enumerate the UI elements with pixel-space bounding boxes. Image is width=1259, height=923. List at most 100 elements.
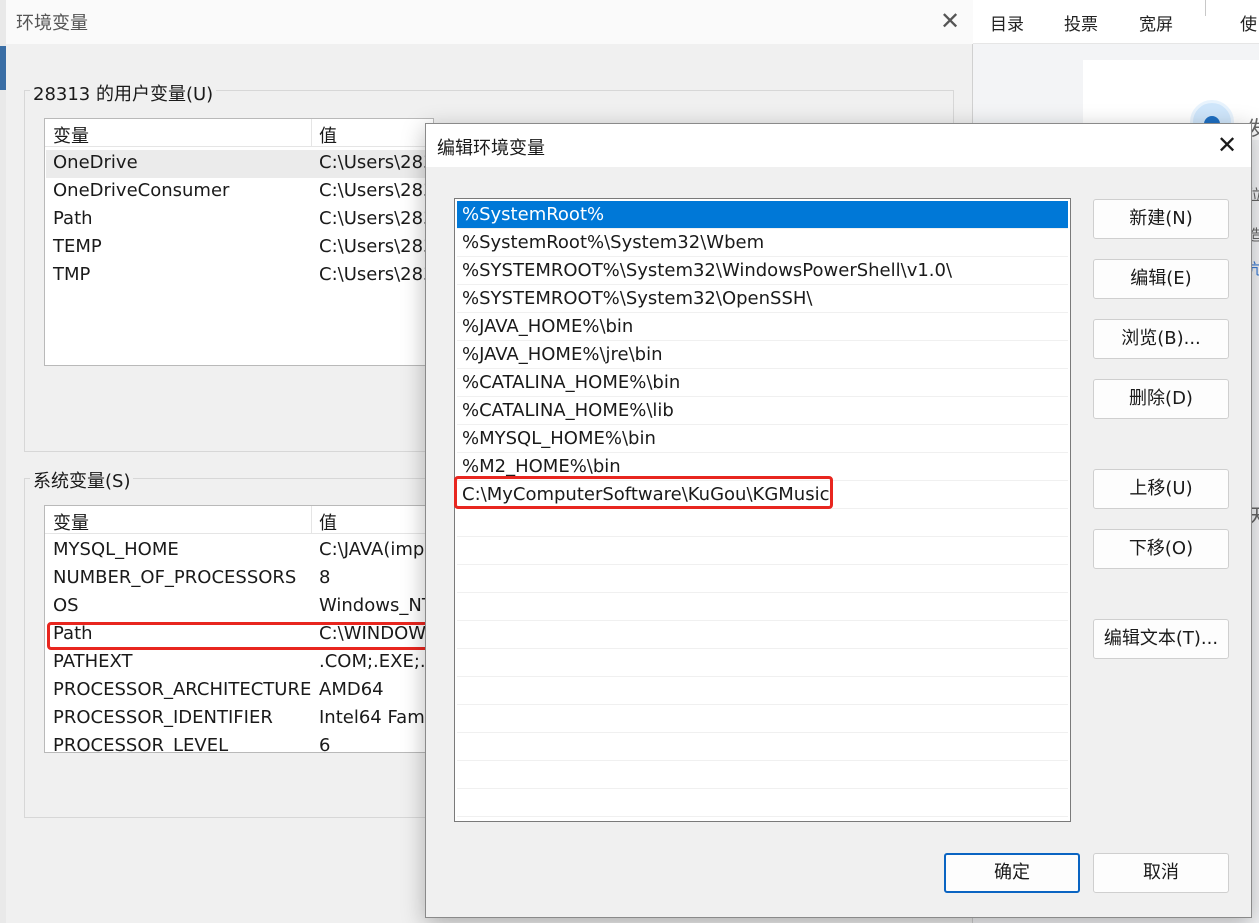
- variable-name: OneDrive: [53, 152, 138, 173]
- list-header: 变量 值: [45, 119, 433, 147]
- toolbar-more[interactable]: 使: [1240, 10, 1257, 35]
- kgmusic-entry-highlight: [454, 476, 833, 509]
- env-dialog-title: 环境变量: [16, 13, 88, 34]
- table-row[interactable]: PROCESSOR_IDENTIFIER Intel64 Fami: [46, 705, 433, 733]
- variable-value: Windows_NT: [319, 595, 433, 616]
- empty-list-item[interactable]: [457, 621, 1068, 649]
- list-item[interactable]: %SYSTEMROOT%\System32\WindowsPowerShell\…: [457, 257, 1068, 285]
- variable-name: PROCESSOR_LEVEL: [53, 735, 229, 753]
- empty-list-item[interactable]: [457, 761, 1068, 789]
- list-item[interactable]: %CATALINA_HOME%\bin: [457, 369, 1068, 397]
- table-row[interactable]: Path C:\Users\283: [46, 206, 434, 234]
- list-item[interactable]: %JAVA_HOME%\bin: [457, 313, 1068, 341]
- path-entry: %CATALINA_HOME%\lib: [462, 400, 674, 421]
- variable-value: C:\Users\283: [319, 264, 434, 285]
- variable-name: OneDriveConsumer: [53, 180, 230, 201]
- browse-button[interactable]: 浏览(B)...: [1093, 319, 1229, 359]
- variable-value: C:\Users\283: [319, 208, 434, 229]
- empty-list-item[interactable]: [457, 705, 1068, 733]
- variable-value: C:\JAVA(imp: [319, 539, 425, 560]
- path-entry: %SystemRoot%\System32\Wbem: [462, 232, 765, 253]
- variable-name: OS: [53, 595, 79, 616]
- list-item[interactable]: %SystemRoot%: [457, 201, 1068, 229]
- table-row[interactable]: PROCESSOR_ARCHITECTURE AMD64: [46, 677, 433, 705]
- edit-text-button[interactable]: 编辑文本(T)...: [1093, 619, 1229, 659]
- variable-name: NUMBER_OF_PROCESSORS: [53, 567, 297, 588]
- list-item[interactable]: %SYSTEMROOT%\System32\OpenSSH\: [457, 285, 1068, 313]
- table-row[interactable]: PATHEXT .COM;.EXE;.B: [46, 649, 434, 677]
- user-variables-label: 28313 的用户变量(U): [30, 80, 217, 106]
- empty-list-item[interactable]: [457, 537, 1068, 565]
- table-row[interactable]: TEMP C:\Users\283: [46, 234, 434, 262]
- ok-button[interactable]: 确定: [944, 853, 1080, 893]
- path-entry: %JAVA_HOME%\bin: [462, 316, 634, 337]
- cancel-button[interactable]: 取消: [1093, 853, 1229, 893]
- list-item[interactable]: %JAVA_HOME%\jre\bin: [457, 341, 1068, 369]
- variable-value: .COM;.EXE;.B: [319, 651, 434, 672]
- variable-value: 6: [319, 735, 331, 753]
- empty-list-item[interactable]: [457, 509, 1068, 537]
- table-row[interactable]: OneDrive C:\Users\283: [46, 150, 434, 178]
- list-item[interactable]: %CATALINA_HOME%\lib: [457, 397, 1068, 425]
- edit-dialog-title: 编辑环境变量: [437, 138, 545, 159]
- column-divider[interactable]: [311, 506, 312, 534]
- column-header-value[interactable]: 值: [319, 509, 337, 535]
- empty-list-item[interactable]: [457, 677, 1068, 705]
- variable-value: C:\Users\283: [319, 236, 434, 257]
- variable-value: C:\Users\283: [319, 152, 434, 173]
- path-entry: %SystemRoot%: [462, 204, 605, 225]
- variable-value: Intel64 Fami: [319, 707, 430, 728]
- path-entry: %M2_HOME%\bin: [462, 456, 621, 477]
- edit-environment-variable-dialog: 编辑环境变量 ✕ %SystemRoot% %SystemRoot%\Syste…: [425, 123, 1252, 918]
- browser-toolbar: 目录 投票 宽屏 使: [973, 0, 1259, 44]
- path-entry: %SYSTEMROOT%\System32\WindowsPowerShell\…: [462, 260, 953, 281]
- variable-value: C:\Users\283: [319, 180, 434, 201]
- path-entry: %JAVA_HOME%\jre\bin: [462, 344, 663, 365]
- empty-list-item[interactable]: [457, 733, 1068, 761]
- column-divider[interactable]: [311, 119, 312, 147]
- path-row-highlight: [47, 622, 432, 650]
- variable-name: PROCESSOR_IDENTIFIER: [53, 707, 273, 728]
- move-down-button[interactable]: 下移(O): [1093, 529, 1229, 569]
- table-row[interactable]: TMP C:\Users\283: [46, 262, 434, 290]
- list-item[interactable]: %MYSQL_HOME%\bin: [457, 425, 1068, 453]
- edit-button[interactable]: 编辑(E): [1093, 259, 1229, 299]
- empty-list-item[interactable]: [457, 593, 1068, 621]
- variable-name: MYSQL_HOME: [53, 539, 179, 560]
- column-header-variable[interactable]: 变量: [53, 122, 89, 148]
- new-button[interactable]: 新建(N): [1093, 199, 1229, 239]
- toolbar-divider: [1205, 0, 1206, 16]
- variable-value: 8: [319, 567, 331, 588]
- variable-name: Path: [53, 208, 93, 229]
- table-row[interactable]: MYSQL_HOME C:\JAVA(imp: [46, 537, 433, 565]
- user-variables-list[interactable]: 变量 值 OneDrive C:\Users\283 OneDriveConsu…: [44, 118, 434, 366]
- toolbar-vote[interactable]: 投票: [1064, 10, 1098, 35]
- variable-name: PATHEXT: [53, 651, 133, 672]
- toolbar-widescreen[interactable]: 宽屏: [1139, 10, 1173, 35]
- empty-list-item[interactable]: [457, 565, 1068, 593]
- variable-name: PROCESSOR_ARCHITECTURE: [53, 679, 312, 700]
- empty-list-item[interactable]: [457, 789, 1068, 817]
- path-entries-list[interactable]: %SystemRoot% %SystemRoot%\System32\Wbem …: [454, 198, 1071, 822]
- table-row[interactable]: OneDriveConsumer C:\Users\283: [46, 178, 434, 206]
- empty-list-item[interactable]: [457, 649, 1068, 677]
- list-item[interactable]: %SystemRoot%\System32\Wbem: [457, 229, 1068, 257]
- toolbar-catalog[interactable]: 目录: [990, 10, 1024, 35]
- edit-titlebar: 编辑环境变量 ✕: [426, 124, 1251, 167]
- path-entry: %MYSQL_HOME%\bin: [462, 428, 656, 449]
- env-titlebar: 环境变量 ✕: [6, 0, 973, 44]
- move-up-button[interactable]: 上移(U): [1093, 469, 1229, 509]
- table-row[interactable]: OS Windows_NT: [46, 593, 433, 621]
- table-row[interactable]: PROCESSOR_LEVEL 6: [46, 733, 433, 753]
- close-icon[interactable]: ✕: [932, 4, 968, 40]
- column-header-variable[interactable]: 变量: [53, 509, 89, 535]
- variable-name: TEMP: [53, 236, 102, 257]
- table-row[interactable]: NUMBER_OF_PROCESSORS 8: [46, 565, 433, 593]
- list-header: 变量 值: [45, 506, 433, 534]
- path-entry: %SYSTEMROOT%\System32\OpenSSH\: [462, 288, 813, 309]
- system-variables-label: 系统变量(S): [30, 467, 134, 493]
- close-icon[interactable]: ✕: [1209, 128, 1245, 164]
- delete-button[interactable]: 删除(D): [1093, 379, 1229, 419]
- path-entry: %CATALINA_HOME%\bin: [462, 372, 681, 393]
- column-header-value[interactable]: 值: [319, 122, 337, 148]
